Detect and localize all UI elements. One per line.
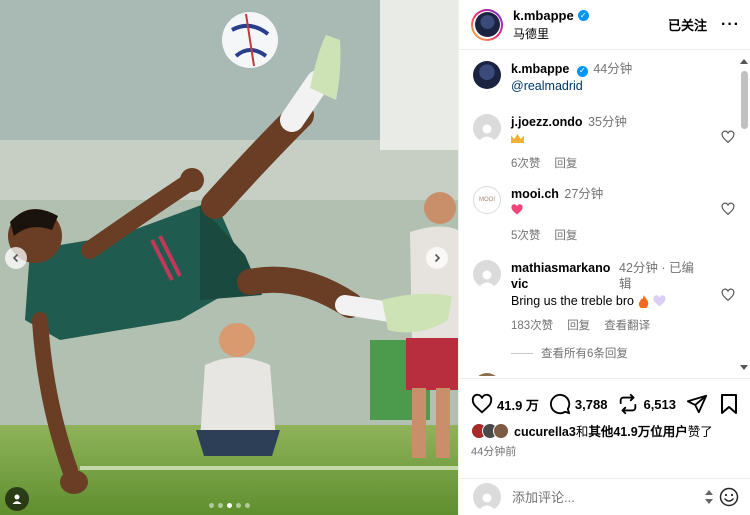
comment-item-partial bbox=[473, 373, 735, 376]
comment-item: mathiasmarkano vic 42分钟 · 已编 辑 Bring us … bbox=[473, 260, 735, 334]
carousel-dot bbox=[208, 503, 214, 508]
verified-badge-icon: ✓ bbox=[577, 9, 589, 21]
caption-author-avatar[interactable] bbox=[473, 61, 501, 89]
commenter-username[interactable]: mooi.ch bbox=[511, 187, 559, 201]
repost-button[interactable]: 6,513 bbox=[617, 393, 676, 415]
like-comment-icon[interactable] bbox=[721, 202, 735, 216]
carousel-prev-button[interactable] bbox=[5, 247, 27, 269]
bookmark-icon[interactable] bbox=[719, 393, 739, 415]
avatar-logo-text: MOOI bbox=[479, 197, 495, 203]
repost-count: 6,513 bbox=[643, 396, 677, 412]
carousel-dot-active bbox=[226, 503, 232, 508]
liked-by-summary: cucurella3和其他41.9万位用户赞了 bbox=[471, 421, 713, 440]
post-actions: 41.9 万 3,788 6,513 cucurella3和其他41.9万位用户… bbox=[459, 378, 750, 478]
chevron-left-icon bbox=[12, 253, 19, 263]
comments-scrollbar[interactable] bbox=[738, 51, 750, 376]
carousel-dot bbox=[244, 503, 250, 508]
author-avatar bbox=[474, 12, 500, 37]
caption-time: 44分钟 bbox=[593, 62, 633, 76]
like-comment-icon[interactable] bbox=[721, 288, 735, 302]
default-avatar-icon bbox=[478, 493, 496, 511]
liked-by-and: 和 bbox=[575, 425, 589, 439]
comment-like-count[interactable]: 5次赞 bbox=[511, 230, 540, 242]
commenter-avatar[interactable] bbox=[473, 260, 501, 288]
comment-item: MOOI mooi.ch 27分钟 5次赞 回复 bbox=[473, 186, 735, 244]
comment-time: 35分钟 bbox=[588, 115, 627, 129]
like-comment-icon[interactable] bbox=[721, 130, 735, 144]
verified-badge-icon: ✓ bbox=[576, 65, 588, 77]
post-header: k.mbappe ✓ 马德里 已关注 ··· bbox=[459, 0, 750, 50]
caption: k.mbappe ✓ 44分钟 @realmadrid bbox=[473, 61, 735, 94]
commenter-username[interactable]: j.joezz.ondo bbox=[511, 115, 583, 129]
more-options-icon[interactable]: ··· bbox=[721, 16, 740, 34]
comment-bubble-icon bbox=[549, 394, 571, 415]
view-replies-button[interactable]: 查看所有6条回复 bbox=[511, 345, 628, 361]
carousel-indicator bbox=[0, 503, 458, 508]
liked-by-others[interactable]: 其他41.9万位用户 bbox=[588, 425, 687, 439]
comment-like-count[interactable]: 6次赞 bbox=[511, 158, 540, 170]
comment-button[interactable]: 3,788 bbox=[549, 393, 608, 415]
liked-by-avatars[interactable] bbox=[471, 422, 509, 439]
following-button[interactable]: 已关注 bbox=[668, 15, 707, 34]
reply-button[interactable]: 回复 bbox=[554, 158, 577, 170]
emoji-picker-icon[interactable] bbox=[719, 487, 739, 507]
scroll-up-arrow-icon[interactable] bbox=[740, 59, 748, 64]
scroll-down-arrow-icon[interactable] bbox=[740, 365, 748, 370]
author-info: k.mbappe ✓ 马德里 bbox=[513, 8, 668, 42]
see-translation-link[interactable]: 查看翻译 bbox=[604, 320, 650, 332]
comment-item: j.joezz.ondo 35分钟 6次赞 回复 bbox=[473, 114, 735, 172]
commenter-username-continued[interactable]: vic bbox=[511, 276, 613, 292]
post-photo bbox=[0, 0, 458, 515]
comment-like-count[interactable]: 183次赞 bbox=[511, 320, 553, 332]
add-comment-input[interactable] bbox=[512, 489, 705, 505]
comment-edited: 辑 bbox=[619, 277, 632, 291]
carousel-next-button[interactable] bbox=[426, 247, 448, 269]
scrollbar-thumb[interactable] bbox=[741, 71, 748, 129]
share-button[interactable] bbox=[686, 393, 712, 415]
reply-button[interactable]: 回复 bbox=[554, 230, 577, 242]
commenter-avatar[interactable] bbox=[473, 114, 501, 142]
default-avatar-icon bbox=[478, 270, 496, 288]
comment-time: 27分钟 bbox=[564, 187, 604, 201]
author-story-ring[interactable] bbox=[471, 8, 503, 41]
carousel-dot bbox=[217, 503, 223, 508]
liker-avatar bbox=[493, 422, 509, 439]
repost-icon bbox=[620, 393, 637, 415]
instagram-post-viewer: k.mbappe ✓ 马德里 已关注 ··· k.mbappe ✓ 44分钟 @… bbox=[0, 0, 750, 515]
like-button[interactable]: 41.9 万 bbox=[471, 393, 539, 415]
heart-icon bbox=[471, 393, 493, 414]
default-avatar-icon bbox=[478, 124, 496, 142]
caption-username[interactable]: k.mbappe bbox=[511, 62, 569, 76]
paper-plane-icon bbox=[686, 394, 708, 414]
input-resize-arrows-icon[interactable] bbox=[705, 490, 713, 504]
current-user-avatar bbox=[473, 483, 501, 511]
comments-list: k.mbappe ✓ 44分钟 @realmadrid j.joezz.ondo… bbox=[459, 51, 739, 376]
training-photo bbox=[0, 0, 458, 515]
post-details-panel: k.mbappe ✓ 马德里 已关注 ··· k.mbappe ✓ 44分钟 @… bbox=[458, 0, 750, 515]
replies-divider bbox=[511, 352, 533, 354]
post-location[interactable]: 马德里 bbox=[513, 25, 668, 42]
author-username[interactable]: k.mbappe bbox=[513, 8, 574, 23]
post-timestamp[interactable]: 44分钟前 bbox=[471, 443, 516, 459]
view-replies-label: 查看所有6条回复 bbox=[541, 348, 628, 360]
like-count: 41.9 万 bbox=[497, 397, 539, 413]
carousel-dot bbox=[235, 503, 241, 508]
commenter-username[interactable]: mathiasmarkano bbox=[511, 260, 613, 276]
comment-text: Bring us the treble bro bbox=[511, 294, 634, 308]
comment-time: 42分钟 · 已编 bbox=[619, 261, 695, 275]
fire-emoji-icon bbox=[638, 294, 649, 308]
pink-heart-emoji-icon bbox=[511, 204, 523, 215]
commenter-avatar[interactable]: MOOI bbox=[473, 186, 501, 214]
comment-count: 3,788 bbox=[574, 396, 608, 412]
lavender-heart-emoji-icon bbox=[653, 295, 666, 307]
reply-button[interactable]: 回复 bbox=[567, 320, 590, 332]
chevron-right-icon bbox=[434, 253, 441, 263]
crown-emoji-icon bbox=[511, 134, 524, 143]
commenter-avatar[interactable] bbox=[473, 373, 501, 376]
comment-composer bbox=[459, 478, 750, 515]
caption-mention-link[interactable]: @realmadrid bbox=[511, 78, 735, 94]
liked-by-user[interactable]: cucurella3 bbox=[514, 425, 576, 439]
liked-by-suffix: 赞了 bbox=[687, 425, 713, 439]
